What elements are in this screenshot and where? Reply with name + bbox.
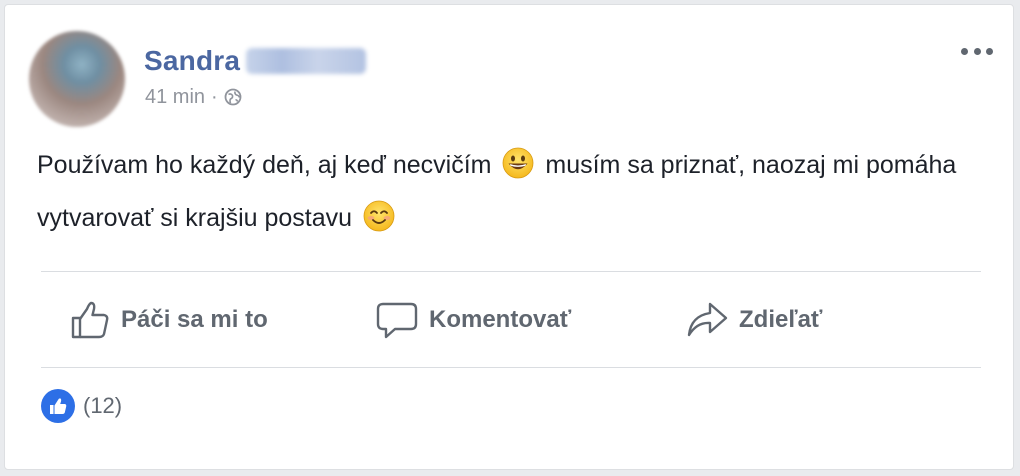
comment-button[interactable]: Komentovať bbox=[375, 295, 571, 345]
author-name[interactable]: Sandra bbox=[144, 45, 240, 77]
like-reaction-icon bbox=[41, 389, 75, 423]
post-actions: Páči sa mi to Komentovať Zdieľať bbox=[41, 273, 981, 369]
avatar[interactable] bbox=[29, 31, 125, 127]
share-button[interactable]: Zdieľať bbox=[685, 295, 822, 345]
post-meta: 41 min · bbox=[145, 85, 242, 109]
post-text: Používam ho každý deň, aj keď necvičím m… bbox=[37, 139, 987, 245]
author-surname-blurred bbox=[246, 48, 367, 74]
thumbs-up-icon bbox=[71, 301, 109, 339]
reactions-summary[interactable]: (12) bbox=[41, 389, 122, 423]
divider-top bbox=[41, 271, 981, 272]
grinning-face-icon bbox=[503, 147, 534, 179]
post-card: Sandra 41 min · Používam ho každý deň, a… bbox=[4, 4, 1014, 470]
post-timestamp[interactable]: 41 min bbox=[145, 86, 205, 109]
share-arrow-icon bbox=[687, 302, 728, 337]
post-author[interactable]: Sandra bbox=[144, 43, 367, 79]
globe-icon[interactable] bbox=[224, 88, 242, 106]
post-text-part1: Používam ho každý deň, aj keď necvičím bbox=[37, 151, 492, 179]
like-label: Páči sa mi to bbox=[121, 306, 268, 333]
share-label: Zdieľať bbox=[739, 306, 823, 333]
more-options-button[interactable] bbox=[961, 41, 993, 61]
reaction-count: (12) bbox=[83, 393, 123, 418]
comment-label: Komentovať bbox=[429, 306, 572, 333]
smiling-face-icon bbox=[363, 200, 395, 232]
speech-bubble-icon bbox=[376, 302, 418, 339]
like-button[interactable]: Páči sa mi to bbox=[69, 295, 268, 345]
meta-separator: · bbox=[211, 85, 218, 108]
ellipsis-icon bbox=[961, 47, 968, 55]
divider-bottom bbox=[41, 367, 981, 368]
